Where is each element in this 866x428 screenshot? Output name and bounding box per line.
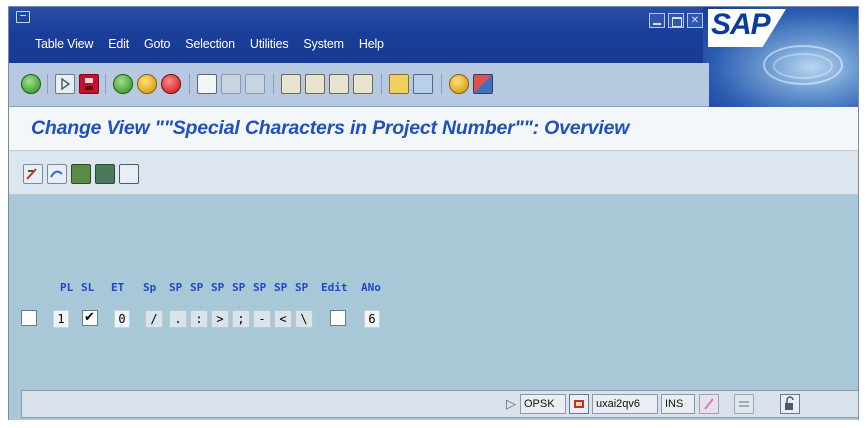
toolbar-separator	[381, 74, 382, 94]
last-page-icon[interactable]	[353, 74, 373, 94]
special-char-3[interactable]: :	[190, 310, 208, 328]
minimize-button[interactable]	[649, 13, 665, 28]
column-header-sp: SP	[295, 281, 309, 294]
special-char-4[interactable]: >	[211, 310, 229, 328]
title-area: Change View ""Special Characters in Proj…	[9, 107, 858, 151]
select-all-icon[interactable]	[71, 164, 91, 184]
window-controls	[649, 13, 703, 28]
maximize-button[interactable]	[668, 13, 684, 28]
other-view-icon[interactable]	[47, 164, 67, 184]
lock-glyph	[785, 396, 794, 410]
column-header-ano: ANo	[361, 281, 381, 294]
command-field-icon[interactable]	[55, 74, 75, 94]
layout-menu-icon[interactable]	[473, 74, 493, 94]
row-selector-checkbox[interactable]	[21, 310, 37, 326]
column-header-et: ET	[111, 281, 125, 294]
pen-glyph	[704, 398, 714, 410]
save-glyph	[85, 78, 93, 90]
special-char-7[interactable]: <	[274, 310, 292, 328]
enter-icon[interactable]	[21, 74, 41, 94]
toolbar-separator	[189, 74, 190, 94]
connection-glyph	[739, 401, 749, 407]
column-header-edit: Edit	[321, 281, 348, 294]
sap-logo-text: SAP	[711, 8, 771, 41]
column-header-sl: SL	[81, 281, 95, 294]
status-server: uxai2qv6	[592, 394, 658, 414]
column-header-sp: SP	[211, 281, 225, 294]
display-change-glyph	[26, 168, 37, 180]
sl-checkbox[interactable]	[82, 309, 98, 326]
special-char-5[interactable]: ;	[232, 310, 250, 328]
status-message	[22, 391, 500, 417]
system-info-glyph	[574, 400, 584, 408]
other-view-glyph	[50, 170, 63, 178]
special-char-8[interactable]: \	[295, 310, 313, 328]
toolbar-separator	[47, 74, 48, 94]
work-area: PL SL ET Sp SP SP SP SP SP SP SP Edit AN…	[9, 195, 858, 420]
column-header-sp: SP	[253, 281, 267, 294]
menu-help[interactable]: Help	[359, 37, 384, 51]
decorative-swirl	[773, 53, 833, 79]
deselect-all-icon[interactable]	[119, 164, 139, 184]
toolbar-separator	[105, 74, 106, 94]
help-icon[interactable]	[449, 74, 469, 94]
pen-icon	[699, 394, 719, 414]
special-char-6[interactable]: -	[253, 310, 271, 328]
pl-input[interactable]: 1	[53, 310, 69, 328]
print-icon[interactable]	[197, 74, 217, 94]
exit-icon[interactable]	[137, 74, 157, 94]
first-page-icon[interactable]	[281, 74, 301, 94]
save-icon[interactable]	[79, 74, 99, 94]
menu-edit[interactable]: Edit	[108, 37, 129, 51]
previous-page-icon[interactable]	[305, 74, 325, 94]
sap-window: Table View Edit Goto Selection Utilities…	[8, 6, 859, 420]
shortcut-icon[interactable]	[413, 74, 433, 94]
security-lock-icon[interactable]	[780, 394, 800, 414]
sap-branding: SAP	[703, 7, 858, 107]
find-icon[interactable]	[221, 74, 241, 94]
select-block-icon[interactable]	[95, 164, 115, 184]
status-system: OPSK	[520, 394, 566, 414]
menu-utilities[interactable]: Utilities	[250, 37, 289, 51]
special-char-2[interactable]: .	[169, 310, 187, 328]
close-button[interactable]	[687, 13, 703, 28]
toolbar-separator	[273, 74, 274, 94]
menu-table-view[interactable]: Table View	[35, 37, 93, 51]
back-icon[interactable]	[113, 74, 133, 94]
standard-toolbar	[9, 63, 709, 107]
toolbar-separator	[441, 74, 442, 94]
page-title: Change View ""Special Characters in Proj…	[31, 117, 630, 139]
system-info-icon[interactable]	[569, 394, 589, 414]
special-char-1[interactable]: /	[145, 310, 163, 328]
cancel-icon[interactable]	[161, 74, 181, 94]
menu-bar: Table View Edit Goto Selection Utilities…	[35, 37, 384, 51]
status-mode[interactable]: INS	[661, 394, 695, 414]
ano-input[interactable]: 6	[364, 310, 380, 328]
column-header-sp: SP	[190, 281, 204, 294]
menu-selection[interactable]: Selection	[185, 37, 235, 51]
application-toolbar	[9, 151, 858, 195]
command-field-glyph	[61, 77, 71, 91]
status-expand-icon[interactable]: ▷	[506, 396, 516, 412]
menu-system[interactable]: System	[303, 37, 344, 51]
menu-goto[interactable]: Goto	[144, 37, 171, 51]
column-header-sp: SP	[274, 281, 288, 294]
create-session-icon[interactable]	[389, 74, 409, 94]
column-header-sp: SP	[169, 281, 183, 294]
et-input[interactable]: 0	[114, 310, 130, 328]
edit-checkbox[interactable]	[330, 310, 346, 326]
column-header-sp: Sp	[143, 281, 157, 294]
column-header-pl: PL	[60, 281, 74, 294]
next-page-icon[interactable]	[329, 74, 349, 94]
find-next-icon[interactable]	[245, 74, 265, 94]
display-change-icon[interactable]	[23, 164, 43, 184]
column-header-sp: SP	[232, 281, 246, 294]
system-menu-icon[interactable]	[16, 11, 30, 23]
status-bar: ▷ OPSK uxai2qv6 INS	[21, 390, 859, 418]
connection-icon	[734, 394, 754, 414]
